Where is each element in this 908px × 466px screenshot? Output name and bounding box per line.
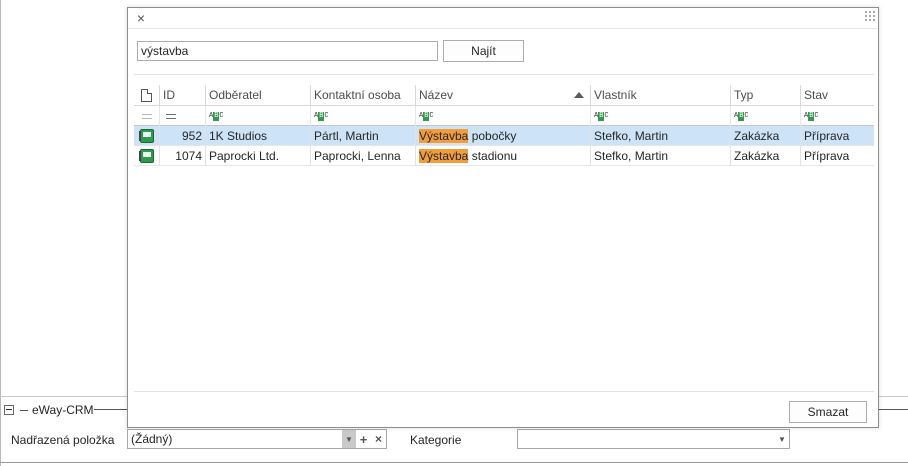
cell-type: Zakázka bbox=[731, 126, 801, 146]
project-icon bbox=[138, 129, 154, 143]
clear-button[interactable]: Smazat bbox=[789, 401, 867, 423]
filter-cell-status[interactable]: ABC bbox=[801, 106, 874, 126]
text-filter-icon: ABC bbox=[209, 111, 224, 121]
cell-owner: Stefko, Martin bbox=[591, 126, 731, 146]
grid-filter-row: ABC ABC ABC ABC ABC ABC bbox=[134, 106, 874, 126]
dialog-header-divider bbox=[128, 28, 878, 29]
equals-icon bbox=[141, 113, 152, 119]
sort-ascending-icon bbox=[574, 92, 584, 98]
column-header-icon[interactable] bbox=[134, 85, 160, 105]
group-title: eWay-CRM bbox=[32, 403, 94, 417]
resize-grip-icon[interactable] bbox=[865, 11, 875, 21]
cell-status: Příprava bbox=[804, 149, 850, 163]
row-icon-cell bbox=[134, 126, 160, 146]
cell-contact: Paprocki, Lenna bbox=[311, 146, 416, 166]
cell-name-rest: stadionu bbox=[468, 149, 518, 163]
column-header-owner[interactable]: Vlastník bbox=[591, 85, 731, 105]
chevron-down-icon[interactable]: ▼ bbox=[342, 430, 356, 448]
category-label: Kategorie bbox=[410, 433, 462, 447]
search-match-highlight: Výstavba bbox=[419, 129, 469, 143]
collapse-icon[interactable] bbox=[4, 405, 14, 415]
plus-icon[interactable]: + bbox=[356, 430, 371, 448]
column-header-contact[interactable]: Kontaktní osoba bbox=[311, 85, 416, 105]
cell-contact: Pártl, Martin bbox=[311, 126, 416, 146]
filter-cell-contact[interactable]: ABC bbox=[311, 106, 416, 126]
text-filter-icon: ABC bbox=[594, 111, 609, 121]
window-border-bottom bbox=[0, 462, 908, 463]
cell-customer: 1K Studios bbox=[206, 126, 311, 146]
column-header-name-label: Název bbox=[419, 88, 454, 102]
column-header-status[interactable]: Stav bbox=[801, 85, 874, 105]
find-button[interactable]: Najít bbox=[443, 40, 524, 62]
search-match-highlight: Výstavba bbox=[419, 149, 469, 163]
filter-cell-type[interactable]: ABC bbox=[731, 106, 801, 126]
grid-header-row: ID Odběratel Kontaktní osoba Název Vlast… bbox=[134, 85, 874, 106]
results-grid: ID Odběratel Kontaktní osoba Název Vlast… bbox=[134, 85, 874, 166]
filter-cell-customer[interactable]: ABC bbox=[206, 106, 311, 126]
cell-name: Výstavba stadionu bbox=[416, 146, 591, 166]
cell-id: 952 bbox=[160, 126, 206, 146]
chevron-down-icon[interactable]: ▼ bbox=[775, 430, 789, 448]
parent-item-value: (Žádný) bbox=[131, 432, 173, 446]
cell-status: Příprava bbox=[804, 129, 850, 143]
filter-cell-icon[interactable] bbox=[134, 106, 160, 126]
column-header-customer[interactable]: Odběratel bbox=[206, 85, 311, 105]
footer-divider bbox=[134, 391, 874, 392]
parent-item-label: Nadřazená položka bbox=[11, 433, 115, 447]
search-divider bbox=[134, 74, 874, 75]
text-filter-icon: ABC bbox=[314, 111, 329, 121]
table-row[interactable]: 1074 Paprocki Ltd. Paprocki, Lenna Výsta… bbox=[134, 146, 874, 166]
cell-id: 1074 bbox=[160, 146, 206, 166]
cell-customer: Paprocki Ltd. bbox=[206, 146, 311, 166]
text-filter-icon: ABC bbox=[419, 111, 434, 121]
search-input[interactable] bbox=[137, 41, 438, 61]
table-row[interactable]: 952 1K Studios Pártl, Martin Výstavba po… bbox=[134, 126, 874, 146]
close-icon[interactable]: × bbox=[371, 430, 386, 448]
equals-icon bbox=[166, 113, 176, 119]
filter-cell-owner[interactable]: ABC bbox=[591, 106, 731, 126]
group-line-left bbox=[20, 409, 28, 411]
cell-name: Výstavba pobočky bbox=[416, 126, 591, 146]
group-header[interactable]: eWay-CRM bbox=[4, 402, 94, 418]
project-icon bbox=[138, 149, 154, 163]
row-icon-cell bbox=[134, 146, 160, 166]
cell-owner: Stefko, Martin bbox=[591, 146, 731, 166]
filter-cell-id[interactable] bbox=[160, 106, 206, 126]
document-icon bbox=[141, 88, 152, 102]
parent-item-combo[interactable]: (Žádný) ▼ + × bbox=[127, 429, 387, 449]
filter-cell-name[interactable]: ABC bbox=[416, 106, 591, 126]
text-filter-icon: ABC bbox=[734, 111, 749, 121]
category-combo[interactable]: ▼ bbox=[517, 429, 790, 449]
text-filter-icon: ABC bbox=[804, 111, 819, 121]
column-header-name[interactable]: Název bbox=[416, 85, 591, 105]
column-header-type[interactable]: Typ bbox=[731, 85, 801, 105]
cell-name-rest: pobočky bbox=[468, 129, 517, 143]
cell-type: Zakázka bbox=[731, 146, 801, 166]
column-header-id[interactable]: ID bbox=[160, 85, 206, 105]
search-dialog: × Najít ID Odběratel Kontaktní osoba Náz… bbox=[127, 7, 879, 428]
close-icon[interactable]: × bbox=[134, 11, 148, 25]
